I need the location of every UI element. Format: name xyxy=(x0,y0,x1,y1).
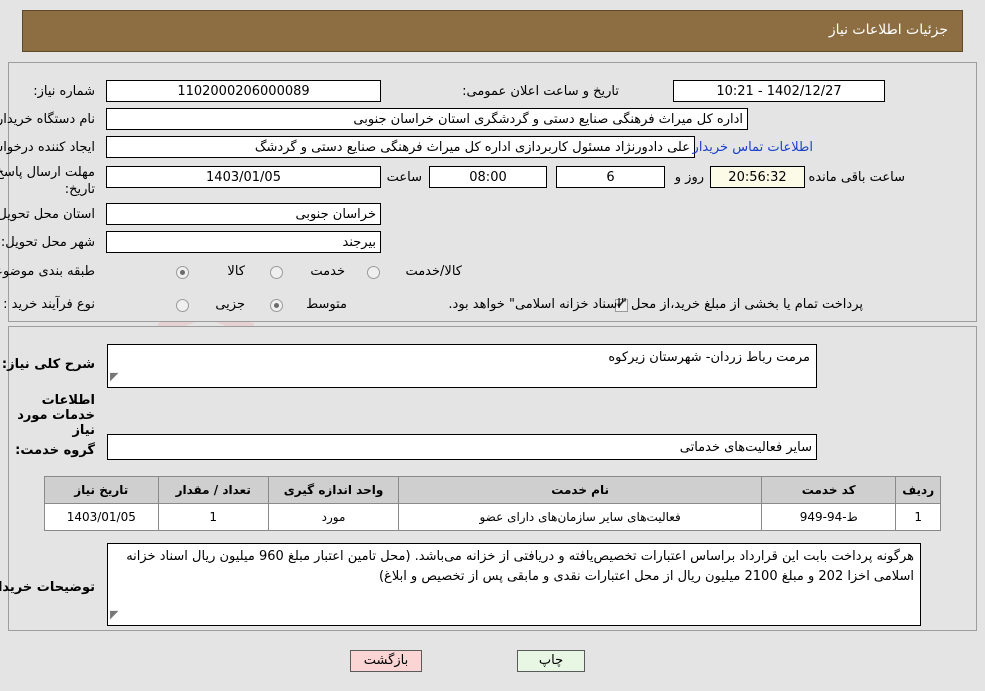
col-need-date: تاریخ نیاز xyxy=(44,476,159,504)
buyer-notes-value: هرگونه پرداخت بابت این قرارداد براساس اع… xyxy=(107,543,921,626)
page-root: جزئیات اطلاعات نیاز شماره نیاز: 11020002… xyxy=(0,0,985,691)
buyer-notes-label: توضیحات خریدار: xyxy=(0,580,95,595)
delivery-province-label: استان محل تحویل: xyxy=(0,207,95,222)
need-overview-text: مرمت رباط زردان- شهرستان زیرکوه xyxy=(608,350,810,365)
radio-category-goods-service[interactable] xyxy=(367,266,380,279)
deadline-date-value: 1403/01/05 xyxy=(106,166,381,188)
requester-value: علی دادورنژاد مسئول کاربردازی اداره کل م… xyxy=(106,136,695,158)
need-overview-label: شرح کلی نیاز: xyxy=(1,357,95,372)
resize-grip-icon: ◥ xyxy=(110,370,119,383)
remaining-days-value: 6 xyxy=(556,166,665,188)
services-section-title: اطلاعات خدمات مورد نیاز xyxy=(17,393,95,438)
delivery-city-label: شهر محل تحویل: xyxy=(0,235,95,250)
print-button[interactable]: چاپ xyxy=(517,650,585,672)
delivery-city-value: بیرجند xyxy=(106,231,381,253)
buyer-contact-link[interactable]: اطلاعات تماس خریدار xyxy=(693,140,813,155)
buyer-organization-label: نام دستگاه خریدار: xyxy=(0,112,95,127)
page-title: جزئیات اطلاعات نیاز xyxy=(828,22,948,38)
buyer-notes-text: هرگونه پرداخت بابت این قرارداد براساس اع… xyxy=(126,549,914,584)
countdown-value: 20:56:32 xyxy=(710,166,805,188)
radio-process-minor[interactable] xyxy=(176,299,189,312)
services-table: ردیف کد خدمت نام خدمت واحد اندازه گیری ت… xyxy=(44,476,941,531)
col-unit: واحد اندازه گیری xyxy=(267,476,400,504)
need-number-label: شماره نیاز: xyxy=(33,84,95,99)
announcement-datetime-value: 1402/12/27 - 10:21 xyxy=(673,80,885,102)
col-service-name: نام خدمت xyxy=(398,476,763,504)
deadline-label-line1: مهلت ارسال پاسخ: تا xyxy=(0,165,95,180)
page-header-bar: جزئیات اطلاعات نیاز xyxy=(22,10,963,52)
service-group-label: گروه خدمت: xyxy=(15,443,95,458)
days-label: روز و xyxy=(674,170,704,185)
cell-unit: مورد xyxy=(267,503,400,531)
requester-label: ایجاد کننده درخواست: xyxy=(0,140,95,155)
radio-category-service-label: خدمت xyxy=(310,264,345,279)
radio-process-medium-label: متوسط xyxy=(306,297,347,312)
col-service-code: کد خدمت xyxy=(761,476,897,504)
back-button[interactable]: بازگشت xyxy=(350,650,422,672)
remaining-hours-label: ساعت باقی مانده xyxy=(808,170,905,185)
need-overview-value: مرمت رباط زردان- شهرستان زیرکوه ◥ xyxy=(107,344,817,388)
cell-quantity: 1 xyxy=(157,503,269,531)
cell-service-name: فعالیت‌های سایر سازمان‌های دارای عضو xyxy=(398,503,763,531)
islamic-treasury-note: پرداخت تمام یا بخشی از مبلغ خرید،از محل … xyxy=(448,297,863,312)
radio-process-medium[interactable] xyxy=(270,299,283,312)
hour-value: 08:00 xyxy=(429,166,547,188)
deadline-label-line2: تاریخ: xyxy=(64,182,95,197)
col-row-number: ردیف xyxy=(895,476,941,504)
cell-row-number: 1 xyxy=(895,503,941,531)
col-quantity: تعداد / مقدار xyxy=(157,476,269,504)
hour-label: ساعت xyxy=(386,170,422,185)
announcement-datetime-label: تاریخ و ساعت اعلان عمومی: xyxy=(462,84,619,99)
service-group-value: سایر فعالیت‌های خدماتی xyxy=(107,434,817,460)
purchase-process-label: نوع فرآیند خرید : xyxy=(3,297,95,312)
cell-need-date: 1403/01/05 xyxy=(44,503,159,531)
radio-category-goods[interactable] xyxy=(176,266,189,279)
buyer-organization-value: اداره کل میراث فرهنگی صنایع دستی و گردشگ… xyxy=(106,108,748,130)
delivery-province-value: خراسان جنوبی xyxy=(106,203,381,225)
cell-service-code: ط-94-949 xyxy=(761,503,897,531)
need-number-value: 1102000206000089 xyxy=(106,80,381,102)
table-row: 1 ط-94-949 فعالیت‌های سایر سازمان‌های دا… xyxy=(44,503,941,531)
resize-grip-icon-notes: ◥ xyxy=(110,608,119,621)
radio-category-service[interactable] xyxy=(270,266,283,279)
radio-category-goods-label: کالا xyxy=(227,264,245,279)
radio-process-minor-label: جزیی xyxy=(215,297,245,312)
table-header-row: ردیف کد خدمت نام خدمت واحد اندازه گیری ت… xyxy=(44,476,941,504)
subject-category-label: طبقه بندی موضوعی: xyxy=(0,264,95,279)
radio-category-goods-service-label: کالا/خدمت xyxy=(405,264,462,279)
